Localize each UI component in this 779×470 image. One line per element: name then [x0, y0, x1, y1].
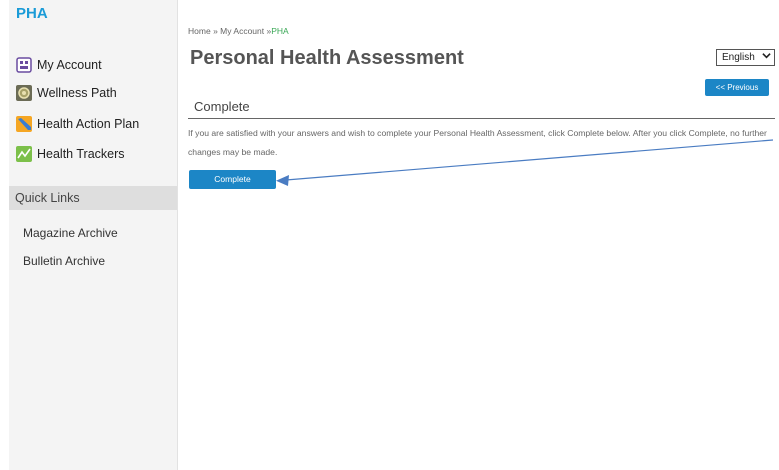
sidebar-item-label: My Account: [37, 58, 102, 72]
sidebar-item-wellness-path[interactable]: Wellness Path: [16, 82, 117, 104]
sidebar-item-health-action-plan[interactable]: Health Action Plan: [16, 113, 139, 135]
breadcrumb-my-account[interactable]: My Account: [220, 26, 264, 36]
breadcrumb-separator: »: [213, 26, 218, 36]
wellness-path-icon: [16, 85, 32, 101]
health-trackers-icon: [16, 146, 32, 162]
my-account-icon: [16, 57, 32, 73]
quick-links-header: Quick Links: [9, 186, 177, 210]
quick-link-magazine-archive[interactable]: Magazine Archive: [23, 226, 118, 240]
chevron-down-icon: [762, 51, 771, 62]
breadcrumb-current: PHA: [271, 26, 289, 36]
language-select-value: English: [722, 52, 755, 63]
section-divider: [188, 118, 775, 119]
breadcrumb-home[interactable]: Home: [188, 26, 211, 36]
sidebar-item-label: Wellness Path: [37, 86, 117, 100]
sidebar-item-label: Health Action Plan: [37, 117, 140, 131]
sidebar-item-my-account[interactable]: My Account: [16, 54, 102, 76]
breadcrumb: Home » My Account »PHA: [188, 26, 289, 36]
complete-button[interactable]: Complete: [189, 170, 276, 189]
section-title: Complete: [194, 99, 250, 114]
page-title: Personal Health Assessment: [190, 47, 464, 69]
previous-button[interactable]: << Previous: [705, 79, 769, 96]
sidebar: PHA My Account Wellness Path Health Acti…: [9, 0, 178, 470]
sidebar-item-health-trackers[interactable]: Health Trackers: [16, 143, 125, 165]
main-content: Home » My Account »PHA Personal Health A…: [187, 0, 779, 470]
sidebar-item-label: Health Trackers: [37, 147, 125, 161]
health-action-plan-icon: [16, 116, 32, 132]
language-select[interactable]: English: [716, 49, 775, 66]
sidebar-title: PHA: [16, 5, 48, 22]
instruction-text: If you are satisfied with your answers a…: [188, 128, 767, 157]
quick-link-bulletin-archive[interactable]: Bulletin Archive: [23, 254, 105, 268]
